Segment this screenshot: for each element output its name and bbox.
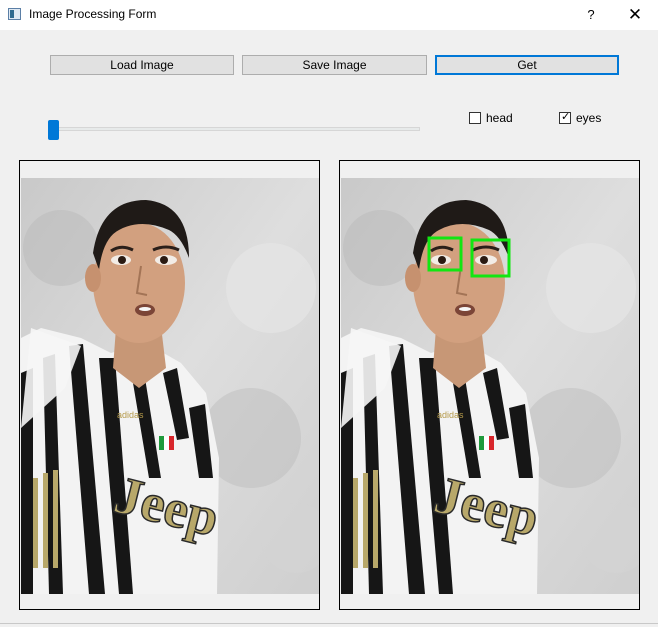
- slider-handle[interactable]: [48, 120, 59, 140]
- get-button[interactable]: Get: [435, 55, 619, 75]
- close-button[interactable]: ✕: [624, 5, 646, 25]
- save-image-button[interactable]: Save Image: [242, 55, 427, 75]
- slider-track[interactable]: [54, 127, 420, 131]
- processed-photo: adidas Jeep: [341, 178, 639, 594]
- eyes-checkbox[interactable]: ✓: [559, 111, 571, 124]
- load-image-button[interactable]: Load Image: [50, 55, 234, 75]
- title-bar: Image Processing Form ? ✕: [0, 0, 658, 30]
- eyes-checkbox-label[interactable]: eyes: [576, 112, 601, 125]
- svg-text:adidas: adidas: [437, 410, 464, 420]
- bottom-divider: [0, 623, 658, 624]
- help-button[interactable]: ?: [580, 5, 602, 25]
- checkmark-icon: ✓: [561, 111, 571, 123]
- original-photo: adidas Jeep: [21, 178, 319, 594]
- window-title: Image Processing Form: [29, 7, 157, 21]
- app-window-icon: [8, 8, 21, 20]
- head-checkbox-label[interactable]: head: [486, 112, 513, 125]
- svg-text:adidas: adidas: [117, 410, 144, 420]
- original-image-panel: adidas Jeep: [19, 160, 320, 610]
- head-checkbox[interactable]: [469, 112, 481, 124]
- processed-image-panel: adidas Jeep: [339, 160, 640, 610]
